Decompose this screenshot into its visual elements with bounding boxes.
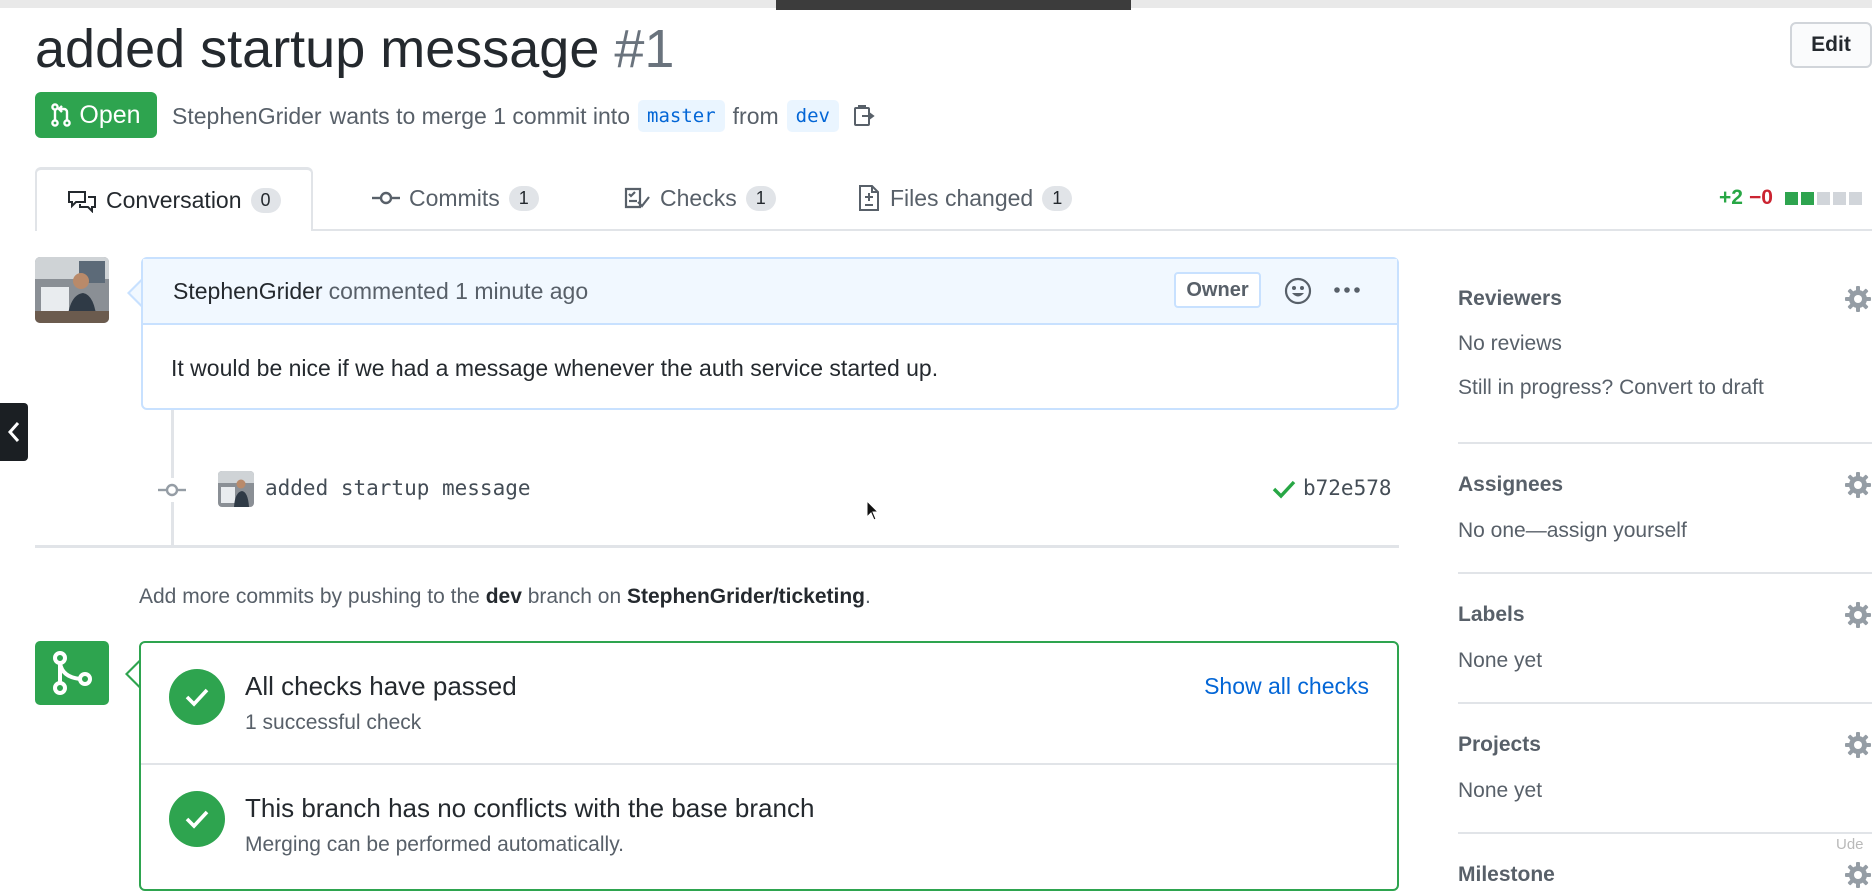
milestone-heading[interactable]: Milestone [1458, 863, 1555, 887]
conflicts-subtitle: Merging can be performed automatically. [245, 833, 624, 856]
gear-icon[interactable] [1844, 285, 1872, 318]
watermark: Ude [1836, 836, 1864, 853]
checks-title: All checks have passed [245, 671, 517, 701]
pr-state-badge: Open [35, 92, 157, 138]
add-reaction-icon[interactable] [1283, 276, 1315, 312]
push-note-prefix: Add more commits by pushing to the [139, 585, 480, 608]
gear-icon[interactable] [1844, 861, 1872, 894]
owner-badge: Owner [1174, 272, 1261, 308]
merge-box: All checks have passed 1 successful chec… [139, 641, 1399, 891]
pr-number: #1 [614, 19, 675, 79]
labels-value: None yet [1458, 649, 1543, 672]
check-circle-icon [169, 791, 225, 847]
tab-label: Conversation [106, 187, 242, 213]
commit-sha[interactable]: b72e578 [1303, 476, 1392, 500]
comment-timestamp[interactable]: commented 1 minute ago [329, 278, 589, 305]
tab-conversation[interactable]: Conversation 0 [35, 167, 313, 231]
reviewers-heading[interactable]: Reviewers [1458, 287, 1562, 311]
labels-heading[interactable]: Labels [1458, 603, 1525, 627]
comment-author[interactable]: StephenGrider [173, 278, 323, 305]
assignees-value[interactable]: No one—assign yourself [1458, 519, 1687, 543]
tab-counter: 1 [745, 185, 776, 211]
more-options-icon[interactable] [1333, 274, 1361, 312]
gear-icon[interactable] [1844, 731, 1872, 764]
diff-additions: +2 [1719, 186, 1743, 209]
avatar[interactable] [35, 257, 109, 323]
merge-status-icon [35, 641, 109, 705]
tab-files-changed[interactable]: Files changed 1 [857, 167, 1073, 229]
assignees-heading[interactable]: Assignees [1458, 473, 1563, 497]
timeline-commit: added startup message b72e578 [157, 470, 1399, 510]
copy-branch-icon[interactable] [851, 103, 877, 129]
push-note-middle: branch on [527, 585, 622, 608]
reviewers-value: No reviews [1458, 332, 1562, 355]
diff-deletions: −0 [1748, 186, 1773, 209]
head-branch[interactable]: dev [786, 100, 839, 132]
conflicts-title: This branch has no conflicts with the ba… [245, 793, 815, 823]
projects-heading[interactable]: Projects [1458, 733, 1541, 757]
git-commit-icon [157, 478, 187, 507]
pr-meta: StephenGrider wants to merge 1 commit in… [172, 96, 877, 136]
show-all-checks-link[interactable]: Show all checks [1204, 673, 1369, 700]
commit-message[interactable]: added startup message [265, 476, 531, 500]
pr-author[interactable]: StephenGrider [172, 103, 322, 130]
top-scroll-thumb[interactable] [776, 0, 1131, 10]
commit-avatar[interactable] [218, 471, 254, 507]
mouse-cursor-icon [866, 499, 880, 527]
push-note-branch: dev [485, 585, 522, 608]
pr-state-label: Open [79, 100, 141, 129]
diffstat: +2 −0 [1719, 186, 1862, 210]
projects-value: None yet [1458, 779, 1543, 802]
pr-tabs: Conversation 0 Commits 1 Checks 1 Files … [35, 167, 1872, 231]
timeline-divider [35, 545, 1399, 548]
base-branch[interactable]: master [638, 100, 725, 132]
tab-label: Files changed [890, 184, 1034, 211]
comment-box: StephenGrider commented 1 minute ago Own… [141, 257, 1399, 410]
tab-checks[interactable]: Checks 1 [623, 167, 776, 229]
edit-title-button[interactable]: Edit [1790, 22, 1872, 68]
gear-icon[interactable] [1844, 471, 1872, 504]
git-pull-request-icon [51, 103, 72, 127]
gear-icon[interactable] [1844, 601, 1872, 634]
collapse-panel-button[interactable] [0, 403, 28, 461]
checks-status: All checks have passed 1 successful chec… [141, 643, 1397, 763]
tab-counter: 1 [1042, 185, 1073, 211]
check-circle-icon [169, 669, 225, 725]
comment-header: StephenGrider commented 1 minute ago Own… [143, 259, 1397, 325]
pr-merge-text: wants to merge 1 commit into [329, 102, 630, 129]
checklist-icon [624, 187, 650, 209]
chevron-left-icon [7, 422, 20, 442]
comment-body: It would be nice if we had a message whe… [171, 355, 939, 381]
pr-from-text: from [732, 102, 779, 129]
pr-title-text: added startup message [35, 19, 600, 79]
push-note-repo: StephenGrider/ticketing [626, 585, 866, 608]
git-merge-icon [53, 651, 92, 695]
convert-to-draft-link[interactable]: Still in progress? Convert to draft [1458, 376, 1764, 400]
tab-commits[interactable]: Commits 1 [372, 167, 539, 229]
tab-label: Commits [409, 184, 500, 211]
tab-counter: 0 [250, 188, 281, 213]
git-commit-icon [372, 191, 400, 205]
tab-counter: 1 [508, 185, 539, 211]
tab-label: Checks [660, 184, 737, 211]
diff-blocks [1784, 191, 1862, 205]
file-diff-icon [859, 185, 879, 211]
checks-subtitle: 1 successful check [245, 711, 422, 734]
push-note: Add more commits by pushing to the dev b… [139, 585, 871, 609]
check-icon[interactable] [1271, 478, 1297, 505]
push-note-suffix: . [865, 585, 871, 608]
pr-title: added startup message #1 [35, 14, 674, 84]
comment-discussion-icon [68, 190, 96, 213]
conflicts-status: This branch has no conflicts with the ba… [141, 763, 1397, 885]
